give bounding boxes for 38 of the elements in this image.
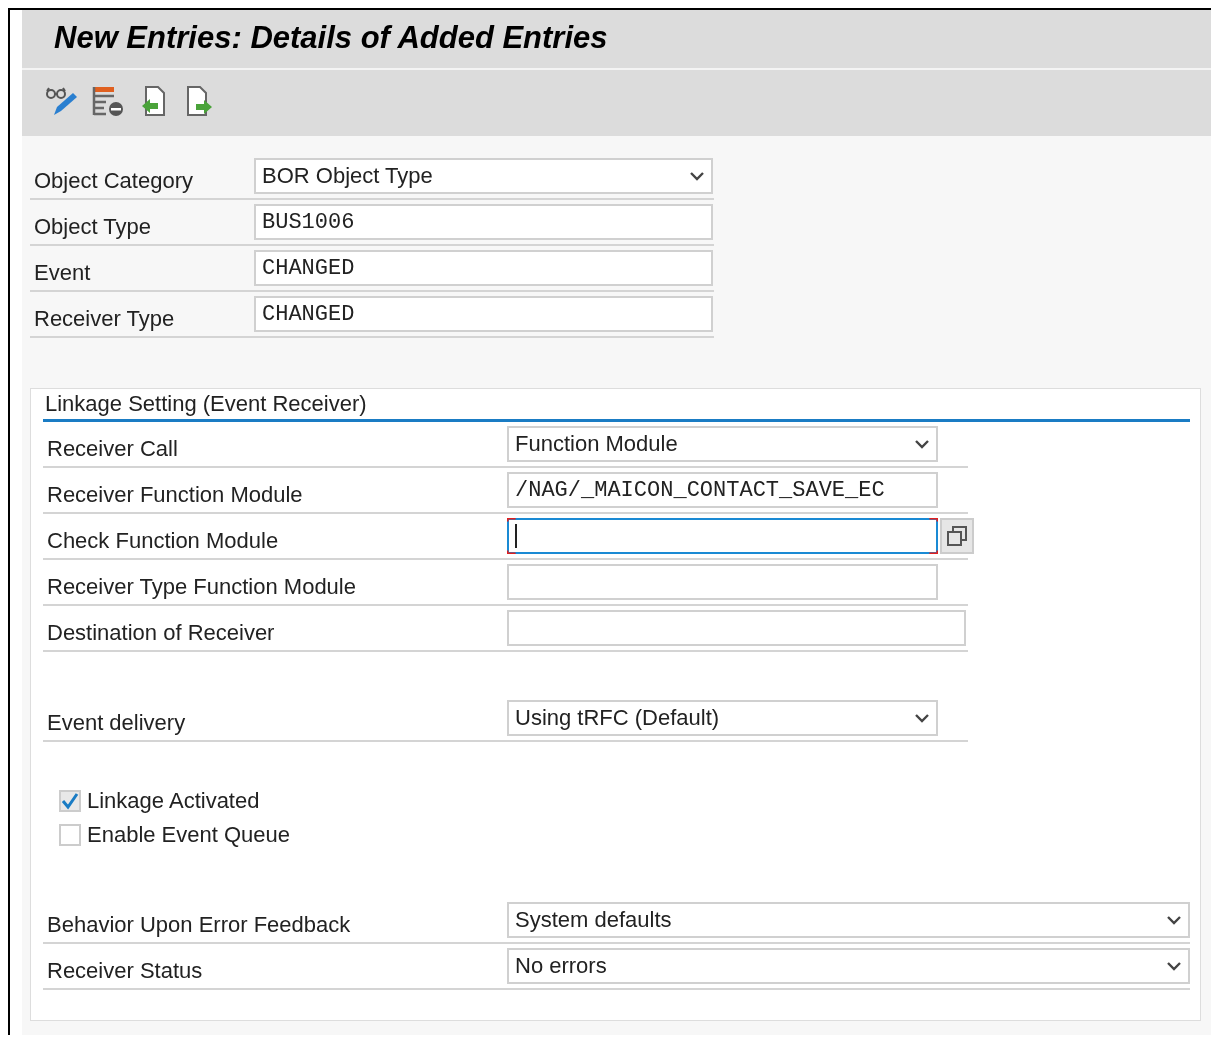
field-label: Receiver Status [46, 958, 204, 985]
caret-icon [914, 439, 930, 449]
input-field[interactable]: BUS1006 [254, 204, 713, 240]
dropdown-field[interactable]: Function Module [507, 426, 938, 462]
field-label: Behavior Upon Error Feedback [46, 912, 352, 939]
dropdown-field[interactable]: Using tRFC (Default) [507, 700, 938, 736]
dropdown-field[interactable]: System defaults [507, 902, 1190, 938]
field-label: Object Category [33, 168, 194, 195]
glasses-pencil-icon[interactable] [44, 85, 78, 117]
caret-icon [1166, 915, 1182, 925]
checkbox-label: Enable Event Queue [87, 822, 291, 848]
field-label: Destination of Receiver [46, 620, 276, 647]
field-label: Event [33, 260, 92, 287]
panel-title: Linkage Setting (Event Receiver) [43, 389, 1190, 422]
input-field[interactable]: /NAG/_MAICON_CONTACT_SAVE_EC [507, 472, 938, 508]
field-label: Check Function Module [46, 528, 280, 555]
screen-title: New Entries: Details of Added Entries [22, 10, 1211, 70]
field-label: Receiver Type Function Module [46, 574, 357, 601]
checkbox-label: Linkage Activated [87, 788, 260, 814]
copy-icon [945, 524, 969, 548]
delete-row-icon[interactable] [92, 85, 126, 117]
input-field[interactable] [507, 518, 938, 554]
field-label: Receiver Type [33, 306, 176, 333]
checkbox[interactable] [59, 790, 81, 812]
input-field[interactable]: CHANGED [254, 250, 713, 286]
caret-icon [914, 713, 930, 723]
field-label: Event delivery [46, 710, 187, 737]
value-help-button[interactable] [940, 518, 974, 554]
caret-icon [1166, 961, 1182, 971]
dropdown-field[interactable]: No errors [507, 948, 1190, 984]
caret-icon [689, 171, 705, 181]
dropdown-field[interactable]: BOR Object Type [254, 158, 713, 194]
checkbox[interactable] [59, 824, 81, 846]
next-document-icon[interactable] [184, 85, 214, 117]
field-label: Receiver Function Module [46, 482, 304, 509]
field-label: Object Type [33, 214, 152, 241]
field-label: Receiver Call [46, 436, 179, 463]
input-field[interactable]: CHANGED [254, 296, 713, 332]
